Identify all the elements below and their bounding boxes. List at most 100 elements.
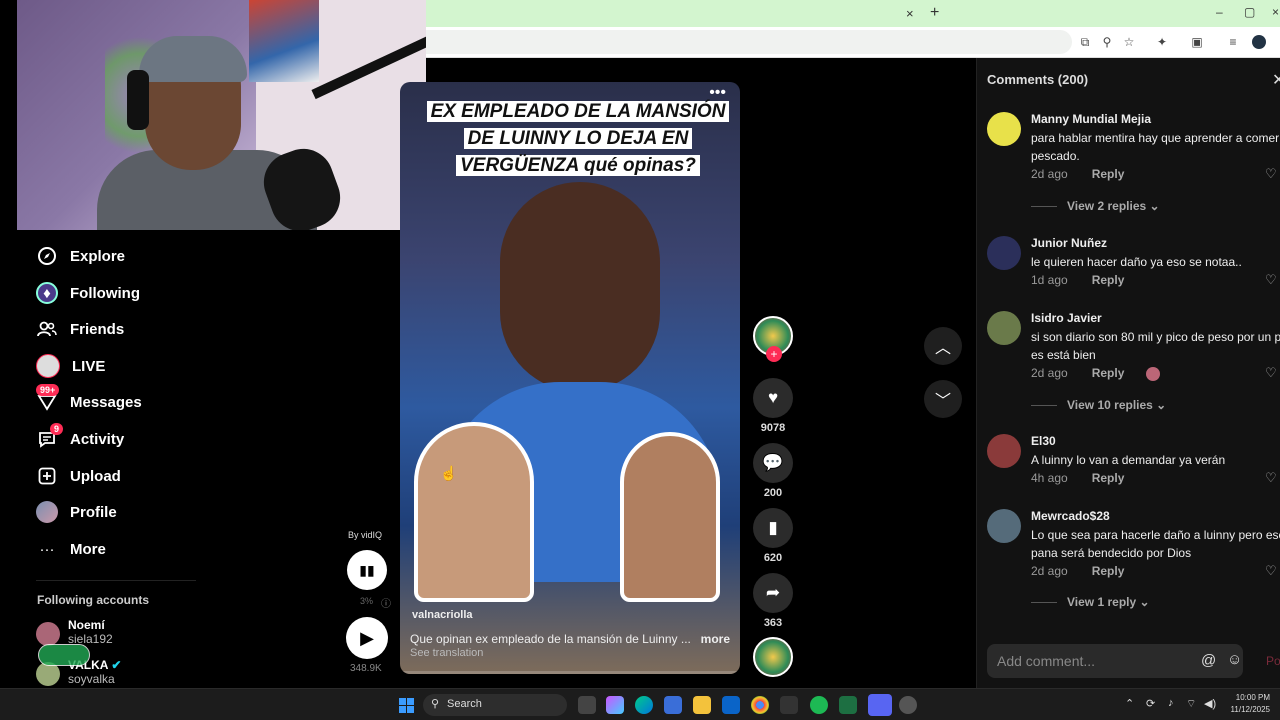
comment-author[interactable]: Isidro Javier: [1031, 311, 1102, 325]
webcam-poster: [249, 0, 319, 82]
avatar[interactable]: [987, 311, 1021, 345]
reply-button[interactable]: Reply: [1092, 471, 1125, 485]
save-button[interactable]: ▮ 620: [753, 508, 793, 564]
share-button[interactable]: ➦ 363: [753, 573, 793, 629]
toggle-overlay[interactable]: [38, 644, 90, 666]
taskbar-search[interactable]: ⚲ Search: [423, 694, 567, 716]
comment-text: A luinny lo van a demandar ya verán: [1031, 453, 1226, 467]
sound-avatar[interactable]: [753, 637, 793, 677]
comment-meta: 2d ago Reply: [1031, 366, 1161, 381]
post-button[interactable]: Po: [1266, 654, 1280, 668]
nav-item-more[interactable]: ··· More: [36, 537, 106, 561]
share-count: 363: [763, 617, 783, 629]
video-player[interactable]: EX EMPLEADO DE LA MANSIÓN DE LUINNY LO D…: [400, 82, 740, 674]
windows-start-icon[interactable]: [399, 698, 414, 713]
reply-button[interactable]: Reply: [1092, 366, 1125, 380]
heart-outline-icon[interactable]: ♡: [1265, 563, 1277, 579]
heart-outline-icon[interactable]: ♡: [1265, 166, 1277, 182]
following-account[interactable]: Noemí siela192: [36, 618, 113, 646]
comment-author[interactable]: Mewrcado$28: [1031, 509, 1110, 523]
copilot-icon[interactable]: [606, 696, 624, 714]
avatar[interactable]: [987, 236, 1021, 270]
previous-video-button[interactable]: ︿: [924, 327, 962, 365]
like-button[interactable]: ♥ 9078: [753, 378, 793, 434]
reply-button[interactable]: Reply: [1092, 167, 1125, 181]
tray-mic-icon[interactable]: ♪: [1168, 697, 1174, 709]
heart-outline-icon[interactable]: ♡: [1265, 272, 1277, 288]
close-icon[interactable]: ✕: [1272, 70, 1280, 90]
bookmark-star-icon[interactable]: ☆: [1122, 35, 1136, 49]
view-replies-button[interactable]: View 2 replies ⌄: [1031, 199, 1160, 213]
vidiq-stats-button[interactable]: ▮▮: [347, 550, 387, 590]
nav-item-following[interactable]: ♦ Following: [36, 281, 140, 305]
nav-label: Explore: [70, 247, 126, 265]
outlook-icon[interactable]: [722, 696, 740, 714]
heart-outline-icon[interactable]: ♡: [1265, 365, 1277, 381]
caption-more-link[interactable]: more: [701, 632, 730, 646]
cast-icon[interactable]: ⧉: [1078, 35, 1092, 49]
address-bar[interactable]: [426, 30, 1072, 54]
wifi-icon[interactable]: ⌔: [1186, 697, 1196, 711]
taskbar-clock[interactable]: 10:00 PM 11/12/2025: [1228, 692, 1270, 716]
info-icon[interactable]: ⓘ: [381, 595, 391, 610]
video-username[interactable]: valnacriolla: [412, 609, 473, 621]
view-replies-button[interactable]: View 1 reply ⌄: [1031, 595, 1150, 609]
store-icon[interactable]: [664, 696, 682, 714]
comment-author[interactable]: Junior Nuñez: [1031, 236, 1107, 250]
comment-button[interactable]: 💬 200: [753, 443, 793, 499]
nav-item-activity[interactable]: Activity 9: [36, 423, 124, 451]
reply-button[interactable]: Reply: [1092, 564, 1125, 578]
view-replies-button[interactable]: View 10 replies ⌄: [1031, 398, 1166, 412]
reply-button[interactable]: Reply: [1092, 273, 1125, 287]
nav-item-upload[interactable]: Upload: [36, 464, 121, 488]
maximize-button[interactable]: ▢: [1244, 5, 1255, 19]
view-replies-label: View 2 replies: [1067, 199, 1147, 213]
avatar[interactable]: [987, 112, 1021, 146]
next-video-button[interactable]: ﹀: [924, 380, 962, 418]
file-explorer-icon[interactable]: [693, 696, 711, 714]
zoom-icon[interactable]: ⚲: [1100, 35, 1114, 49]
profile-avatar-icon[interactable]: [1252, 35, 1266, 49]
tab-close-icon[interactable]: ×: [906, 6, 914, 21]
avatar[interactable]: [987, 434, 1021, 468]
excel-icon[interactable]: [839, 696, 857, 714]
comments-panel: Comments (200) ✕ Manny Mundial Mejia par…: [976, 58, 1280, 688]
avatar[interactable]: [987, 509, 1021, 543]
media-control-icon[interactable]: ≡: [1226, 35, 1240, 49]
nav-item-profile[interactable]: Profile: [36, 500, 117, 524]
nav-item-friends[interactable]: Friends: [36, 317, 124, 341]
follow-plus-icon[interactable]: +: [766, 346, 782, 362]
nav-item-explore[interactable]: Explore: [36, 244, 125, 268]
comment-author[interactable]: Manny Mundial Mejia: [1031, 112, 1151, 126]
minimize-button[interactable]: –: [1216, 5, 1223, 19]
comment-author[interactable]: El30: [1031, 434, 1056, 448]
emoji-icon[interactable]: ☺: [1227, 651, 1242, 668]
nav-item-messages[interactable]: Messages 99+: [36, 384, 142, 414]
new-tab-button[interactable]: +: [930, 4, 939, 22]
task-view-icon[interactable]: [578, 696, 596, 714]
bar-chart-icon: ▮▮: [359, 561, 375, 578]
mention-icon[interactable]: @: [1201, 652, 1216, 669]
more-options-icon[interactable]: •••: [709, 84, 726, 102]
extensions-icon[interactable]: ✦: [1155, 35, 1169, 49]
edge-icon[interactable]: [635, 696, 653, 714]
chrome-icon[interactable]: [751, 696, 769, 714]
steam-icon[interactable]: [780, 696, 798, 714]
tray-chevron-icon[interactable]: ⌃: [1125, 697, 1134, 710]
split-view-icon[interactable]: ▣: [1190, 35, 1204, 49]
activity-badge: 9: [50, 423, 64, 435]
heart-outline-icon[interactable]: ♡: [1265, 470, 1277, 486]
nav-label: Friends: [70, 320, 125, 338]
see-translation-link[interactable]: See translation: [410, 647, 483, 659]
video-progress-bar[interactable]: [400, 671, 740, 674]
window-close-button[interactable]: ×: [1272, 5, 1279, 19]
spotify-icon[interactable]: [810, 696, 828, 714]
play-button[interactable]: ▶: [346, 617, 388, 659]
tray-network-icon[interactable]: ⟳: [1146, 697, 1155, 710]
browser-toolbar: ⧉ ⚲ ☆ ✦ ▣ ≡: [426, 27, 1280, 58]
nav-item-live[interactable]: LIVE: [36, 354, 105, 378]
settings-gear-icon[interactable]: [899, 696, 917, 714]
discord-icon[interactable]: [868, 694, 892, 716]
creator-avatar[interactable]: +: [753, 316, 793, 362]
volume-icon[interactable]: ◀): [1204, 697, 1216, 710]
